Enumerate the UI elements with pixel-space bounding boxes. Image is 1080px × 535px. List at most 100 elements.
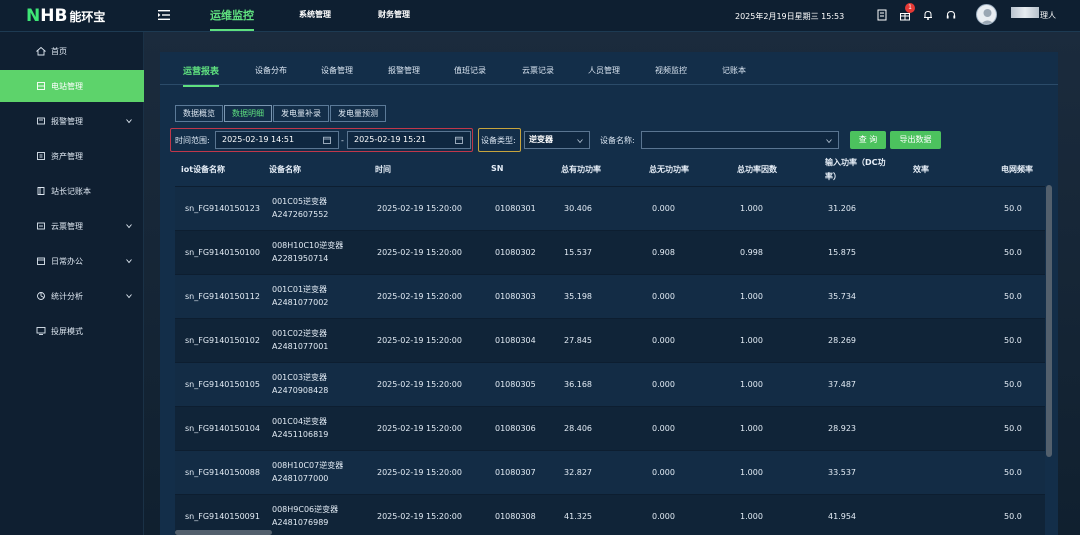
chevron-down-icon xyxy=(577,139,583,144)
tab-device-distribution[interactable]: 设备分布 xyxy=(255,65,287,76)
start-time-value: 2025-02-19 14:51 xyxy=(222,135,295,144)
col-grid-frequency: 电网频率 xyxy=(1001,165,1033,174)
sidebar-item-stats[interactable]: 统计分析 xyxy=(0,280,144,312)
tab-ops-report[interactable]: 运营报表 xyxy=(183,64,220,87)
cell-iot-device-name: sn_FG9140150104 xyxy=(185,424,260,433)
sidebar-item-cloud-ticket[interactable]: 云票管理 xyxy=(0,210,144,242)
table-row[interactable]: sn_FG9140150104 001C04逆变器 A2451106819 2025-… xyxy=(175,406,1045,450)
tab-duty-record[interactable]: 值班记录 xyxy=(454,65,486,76)
current-datetime: 2025年2月19日星期三 15:53 xyxy=(735,12,845,21)
table-row[interactable]: sn_FG9140150105 001C03逆变器 A2470908428 2025-… xyxy=(175,362,1045,406)
username[interactable]: 理人 xyxy=(1040,10,1056,21)
cell-device-serial: A2281950714 xyxy=(272,254,329,263)
topnav-system-mgmt[interactable]: 系统管理 xyxy=(299,9,331,20)
table-row[interactable]: sn_FG9140150123 001C05逆变器 A2472607552 2025-… xyxy=(175,186,1045,230)
end-time-input[interactable]: 2025-02-19 15:21 xyxy=(347,131,471,149)
bell-icon[interactable] xyxy=(922,9,934,21)
tab-alarm-mgmt[interactable]: 报警管理 xyxy=(388,65,420,76)
topnav-finance-mgmt[interactable]: 财务管理 xyxy=(378,9,410,20)
cell-sn: 01080306 xyxy=(495,424,536,433)
cell-total-power-factor: 1.000 xyxy=(740,468,763,477)
tab-ledger[interactable]: 记账本 xyxy=(722,65,746,76)
cell-grid-frequency: 50.0 xyxy=(1004,424,1022,433)
chevron-down-icon xyxy=(126,259,132,264)
cell-sn: 01080304 xyxy=(495,336,536,345)
tab-cloud-ticket[interactable]: 云票记录 xyxy=(522,65,554,76)
subtab-data-detail[interactable]: 数据明细 xyxy=(224,105,272,122)
asset-icon xyxy=(37,152,45,160)
notification-badge: 1 xyxy=(905,3,915,13)
export-data-button[interactable]: 导出数据 xyxy=(890,131,941,149)
headset-icon[interactable] xyxy=(945,9,957,21)
cell-grid-frequency: 50.0 xyxy=(1004,512,1022,521)
sidebar-item-alarm-mgmt[interactable]: 报警管理 xyxy=(0,105,144,137)
logo-brand-name: 能环宝 xyxy=(69,9,106,24)
device-name-select[interactable] xyxy=(641,131,839,149)
sidebar-item-home[interactable]: 首页 xyxy=(0,35,144,67)
vertical-scrollbar[interactable] xyxy=(1046,185,1052,457)
device-type-select[interactable]: 逆变器 xyxy=(524,131,590,149)
cell-time: 2025-02-19 15:20:00 xyxy=(377,336,462,345)
cell-iot-device-name: sn_FG9140150088 xyxy=(185,468,260,477)
horizontal-scrollbar[interactable] xyxy=(175,530,272,535)
subtab-data-overview[interactable]: 数据概览 xyxy=(175,105,223,122)
cloud-icon xyxy=(37,222,45,230)
cell-iot-device-name: sn_FG9140150100 xyxy=(185,248,260,257)
cell-total-power-factor: 1.000 xyxy=(740,336,763,345)
sidebar-label: 电站管理 xyxy=(51,81,83,91)
sidebar-label: 站长记账本 xyxy=(51,186,91,196)
sidebar-item-ledger[interactable]: 站长记账本 xyxy=(0,175,144,207)
cell-input-power: 28.269 xyxy=(828,336,856,345)
cell-total-active-power: 36.168 xyxy=(564,380,592,389)
table-row[interactable]: sn_FG9140150100 008H10C10逆变器 A2281950714 20… xyxy=(175,230,1045,274)
table-row[interactable]: sn_FG9140150088 008H10C07逆变器 A2481077000 20… xyxy=(175,450,1045,494)
topnav-ops-monitor[interactable]: 运维监控 xyxy=(210,7,254,31)
sidebar-item-station-mgmt[interactable]: 电站管理 xyxy=(0,70,144,102)
tab-personnel[interactable]: 人员管理 xyxy=(588,65,620,76)
cell-device-name: 008H10C10逆变器 xyxy=(272,241,344,250)
logo-hb: HB xyxy=(40,6,68,26)
range-separator: - xyxy=(341,136,344,145)
col-input-power-line2: 率） xyxy=(825,172,841,181)
cell-total-reactive-power: 0.000 xyxy=(652,424,675,433)
cell-iot-device-name: sn_FG9140150091 xyxy=(185,512,260,521)
subtab-power-forecast[interactable]: 发电量预测 xyxy=(330,105,386,122)
username-redacted xyxy=(1011,7,1039,18)
cell-time: 2025-02-19 15:20:00 xyxy=(377,204,462,213)
cell-sn: 01080305 xyxy=(495,380,536,389)
cell-time: 2025-02-19 15:20:00 xyxy=(377,248,462,257)
table-row[interactable]: sn_FG9140150091 008H9C06逆变器 A2481076989 202… xyxy=(175,494,1045,535)
table-row[interactable]: sn_FG9140150102 001C02逆变器 A2481077001 2025-… xyxy=(175,318,1045,362)
cell-time: 2025-02-19 15:20:00 xyxy=(377,468,462,477)
cell-total-reactive-power: 0.000 xyxy=(652,512,675,521)
sidebar-label: 资产管理 xyxy=(51,151,83,161)
sidebar-item-asset-mgmt[interactable]: 资产管理 xyxy=(0,140,144,172)
cell-grid-frequency: 50.0 xyxy=(1004,204,1022,213)
cell-device-name: 001C01逆变器 xyxy=(272,285,328,294)
sidebar-label: 首页 xyxy=(51,46,67,56)
document-icon[interactable] xyxy=(876,9,888,21)
query-button[interactable]: 查 询 xyxy=(850,131,886,149)
cell-input-power: 15.875 xyxy=(828,248,856,257)
tab-device-mgmt[interactable]: 设备管理 xyxy=(321,65,353,76)
user-avatar[interactable] xyxy=(976,4,997,25)
sidebar-label: 统计分析 xyxy=(51,291,83,301)
sidebar-item-screen-mode[interactable]: 投屏模式 xyxy=(0,315,144,347)
cell-total-power-factor: 1.000 xyxy=(740,512,763,521)
tab-video[interactable]: 视频监控 xyxy=(655,65,687,76)
cell-grid-frequency: 50.0 xyxy=(1004,248,1022,257)
cell-iot-device-name: sn_FG9140150123 xyxy=(185,204,260,213)
subtab-power-supplement[interactable]: 发电量补录 xyxy=(273,105,329,122)
cell-grid-frequency: 50.0 xyxy=(1004,380,1022,389)
start-time-input[interactable]: 2025-02-19 14:51 xyxy=(215,131,339,149)
cell-total-power-factor: 1.000 xyxy=(740,292,763,301)
sidebar-label: 云票管理 xyxy=(51,221,83,231)
menu-collapse-icon[interactable] xyxy=(157,8,171,22)
cell-total-power-factor: 0.998 xyxy=(740,248,763,257)
alarm-icon xyxy=(37,117,45,125)
app-logo[interactable]: N HB 能环宝 xyxy=(26,6,105,26)
cell-total-active-power: 41.325 xyxy=(564,512,592,521)
sidebar-item-daily-office[interactable]: 日常办公 xyxy=(0,245,144,277)
table-row[interactable]: sn_FG9140150112 001C01逆变器 A2481077002 2025-… xyxy=(175,274,1045,318)
cell-total-active-power: 28.406 xyxy=(564,424,592,433)
